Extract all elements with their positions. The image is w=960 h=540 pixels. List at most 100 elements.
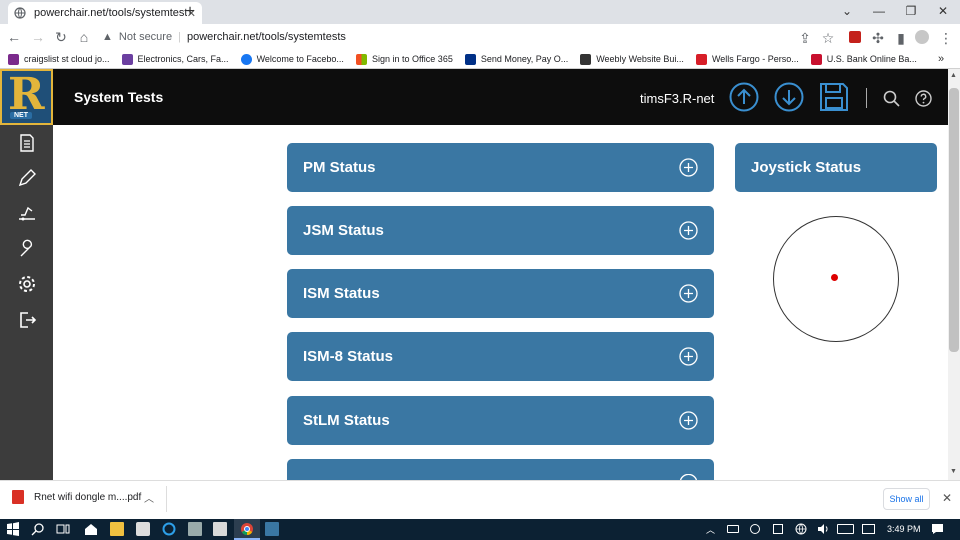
expand-plus-icon[interactable] — [679, 284, 698, 303]
panel-title: JSM Status — [303, 222, 384, 239]
scrollbar-thumb[interactable] — [949, 88, 959, 352]
bookmark-item[interactable]: Welcome to Facebo... — [240, 53, 344, 65]
download-item[interactable]: Rnet wifi dongle m....pdf — [12, 490, 141, 504]
notification-center-icon[interactable] — [931, 523, 944, 535]
next-status-panel[interactable] — [287, 459, 714, 480]
paint-icon[interactable] — [265, 522, 279, 536]
panel-title: StLM Status — [303, 412, 390, 429]
globe-icon — [14, 7, 26, 19]
jsm-status-panel[interactable]: JSM Status — [287, 206, 714, 255]
expand-plus-icon[interactable] — [679, 411, 698, 430]
search-icon[interactable] — [883, 90, 900, 107]
volume-icon[interactable] — [817, 523, 829, 535]
document-icon[interactable] — [17, 133, 37, 153]
expand-plus-icon[interactable] — [679, 221, 698, 240]
save-icon[interactable] — [819, 82, 849, 112]
bookmarks-bar: craigslist st cloud jo... Electronics, C… — [0, 50, 960, 69]
address-bar[interactable]: ▲ Not secure | powerchair.net/tools/syst… — [102, 28, 842, 46]
profile-avatar[interactable] — [915, 30, 929, 44]
bookmark-item[interactable]: craigslist st cloud jo... — [8, 53, 110, 65]
joystick-position-dot — [831, 274, 838, 281]
reload-icon[interactable]: ↻ — [53, 29, 69, 45]
extensions-puzzle-icon[interactable]: ✣ — [870, 30, 886, 46]
ism8-status-panel[interactable]: ISM-8 Status — [287, 332, 714, 381]
bookmark-favicon-icon — [355, 53, 367, 65]
bookmark-item[interactable]: Electronics, Cars, Fa... — [121, 53, 229, 65]
bookmark-item[interactable]: Wells Fargo - Perso... — [695, 53, 799, 65]
download-filename: Rnet wifi dongle m....pdf — [34, 491, 142, 503]
battery-icon[interactable] — [727, 525, 739, 533]
logout-icon[interactable] — [17, 310, 37, 330]
keyboard-icon[interactable] — [837, 524, 854, 534]
forward-arrow-icon[interactable]: → — [30, 29, 46, 45]
download-icon[interactable] — [774, 82, 804, 112]
panel-title: ISM Status — [303, 285, 380, 302]
browser-tab[interactable]: powerchair.net/tools/systemtests ✕ — [8, 2, 202, 24]
home-icon[interactable]: ⌂ — [76, 29, 92, 45]
restore-button[interactable]: ❐ — [900, 2, 922, 20]
side-panel-icon[interactable]: ▮ — [893, 30, 909, 46]
expand-plus-icon[interactable] — [679, 347, 698, 366]
pencil-icon[interactable] — [17, 168, 37, 188]
bookmark-favicon-icon — [8, 53, 19, 65]
bookmark-favicon-icon — [580, 53, 592, 65]
settings-gear-icon[interactable] — [17, 274, 37, 294]
bookmark-favicon-icon — [464, 53, 476, 65]
bookmark-favicon-icon — [240, 53, 252, 65]
taskbar-clock[interactable]: 3:49 PM — [887, 524, 921, 534]
store-icon[interactable] — [136, 522, 150, 536]
bookmark-star-icon[interactable]: ☆ — [820, 30, 836, 46]
internet-explorer-icon[interactable] — [162, 522, 176, 536]
display-icon[interactable] — [862, 524, 875, 534]
share-icon[interactable]: ⇪ — [797, 30, 813, 46]
bookmark-item[interactable]: Send Money, Pay O... — [464, 53, 568, 65]
show-all-button[interactable]: Show all — [883, 488, 930, 510]
rnet-logo[interactable]: R NET — [0, 69, 53, 125]
bookmark-item[interactable]: Weebly Website Bui... — [580, 53, 684, 65]
scroll-down-icon[interactable]: ▼ — [950, 468, 957, 475]
bookmarks-overflow-icon[interactable]: » — [938, 53, 944, 65]
tab-search-icon[interactable]: ⌄ — [836, 2, 858, 20]
wrench-icon[interactable] — [17, 239, 37, 259]
bookmark-favicon-icon — [810, 53, 822, 65]
help-icon[interactable] — [915, 90, 932, 107]
joystick-status-header[interactable]: Joystick Status — [735, 143, 937, 192]
address-separator: | — [178, 31, 181, 43]
warning-icon: ▲ — [102, 31, 113, 43]
close-window-button[interactable]: ✕ — [932, 2, 954, 20]
home-taskbar-icon[interactable] — [84, 522, 98, 536]
network-globe-icon[interactable] — [795, 523, 807, 535]
header-divider — [866, 88, 867, 108]
new-tab-button[interactable]: + — [182, 4, 198, 20]
expand-plus-icon[interactable] — [679, 158, 698, 177]
file-explorer-icon[interactable] — [110, 522, 124, 536]
url-text: powerchair.net/tools/systemtests — [186, 31, 346, 43]
notepad-icon[interactable] — [213, 522, 227, 536]
minimize-button[interactable]: — — [868, 2, 890, 20]
onedrive-icon[interactable] — [773, 524, 783, 534]
stlm-status-panel[interactable]: StLM Status — [287, 396, 714, 445]
task-view-icon[interactable] — [56, 522, 70, 536]
menu-kebab-icon[interactable]: ⋮ — [938, 30, 954, 46]
ism-status-panel[interactable]: ISM Status — [287, 269, 714, 318]
tab-title: powerchair.net/tools/systemtests — [34, 7, 187, 19]
search-taskbar-icon[interactable] — [31, 522, 45, 536]
wheelchair-tune-icon[interactable] — [17, 203, 37, 223]
windows-start-icon[interactable] — [6, 522, 20, 536]
tray-overflow-icon[interactable]: ︿ — [706, 523, 715, 536]
bookmark-item[interactable]: U.S. Bank Online Ba... — [810, 53, 917, 65]
chrome-icon[interactable] — [240, 522, 254, 536]
download-bar-close-icon[interactable]: ✕ — [942, 491, 952, 505]
dropbox-icon[interactable] — [750, 524, 760, 534]
back-arrow-icon[interactable]: ← — [6, 29, 22, 45]
download-chevron-icon[interactable]: ︿ — [144, 490, 154, 505]
scroll-up-icon[interactable]: ▲ — [950, 72, 957, 79]
bookmark-item[interactable]: Sign in to Office 365 — [355, 53, 453, 65]
pdf-extension-icon[interactable] — [849, 31, 861, 43]
calculator-icon[interactable] — [188, 522, 202, 536]
panel-title: PM Status — [303, 159, 376, 176]
page-title: System Tests — [74, 89, 164, 105]
bookmark-favicon-icon — [121, 53, 133, 65]
pm-status-panel[interactable]: PM Status — [287, 143, 714, 192]
upload-icon[interactable] — [729, 82, 759, 112]
